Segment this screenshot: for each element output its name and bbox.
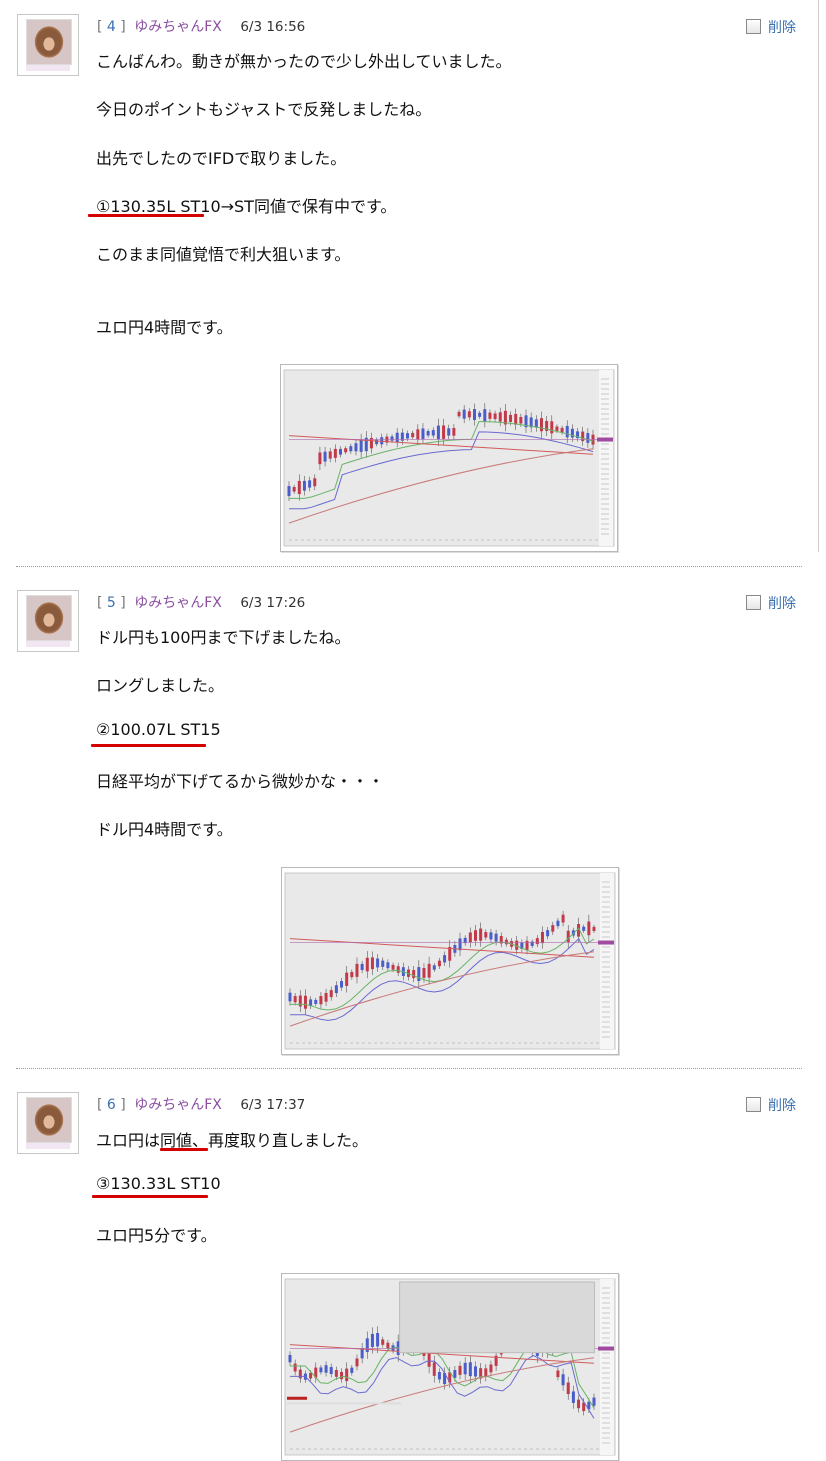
red-underline [88,214,204,217]
post-text-line: このまま同値覚悟で利大狙います。 [96,245,351,264]
checkbox-icon[interactable] [746,1097,761,1112]
post-text-line: 今日のポイントもジャストで反発しましたね。 [96,100,432,119]
delete-link[interactable]: 削除 [768,1098,796,1114]
chart-thumbnail[interactable] [281,1273,619,1461]
post-text-line: 日経平均が下げてるから微妙かな・・・ [96,772,385,791]
avatar-photo [26,595,72,641]
post-number[interactable]: 4 [107,19,116,35]
checkbox-icon[interactable] [746,19,761,34]
post-number[interactable]: 5 [107,595,116,611]
checkbox-icon[interactable] [746,595,761,610]
post-text-line: ユロ円は同値、再度取り直しました。 [96,1131,369,1150]
avatar-photo [26,19,72,65]
post-number[interactable]: 6 [107,1097,116,1113]
red-underline [160,1148,208,1151]
post-text-line: ロングしました。 [96,676,225,695]
avatar-photo [26,1097,72,1143]
red-underline [92,1195,208,1198]
avatar-icon[interactable] [17,590,79,652]
chart-graphic [284,872,616,1050]
chart-graphic [284,1278,616,1456]
post-text-line: こんばんわ。動きが無かったので少し外出していました。 [96,52,512,71]
delete-control: 削除 [746,16,796,37]
chart-graphic [283,369,615,547]
post-date: 6/3 17:37 [240,1097,306,1113]
delete-control: 削除 [746,1094,796,1115]
post-text-line: ユロ円4時間です。 [96,318,233,337]
avatar-icon[interactable] [17,1092,79,1154]
author-name[interactable]: ゆみちゃんFX [134,595,222,611]
author-name[interactable]: ゆみちゃんFX [134,1097,222,1113]
post-separator [16,1068,802,1069]
author-name[interactable]: ゆみちゃんFX [134,19,222,35]
post-header: [ 4 ] ゆみちゃんFX 6/3 16:56 [97,19,306,35]
post-date: 6/3 17:26 [240,595,306,611]
post-separator [16,566,802,567]
post-header: [ 5 ] ゆみちゃんFX 6/3 17:26 [97,595,306,611]
post-text-line: ②100.07L ST15 [96,720,221,739]
delete-link[interactable]: 削除 [768,596,796,612]
avatar-icon[interactable] [17,14,79,76]
post-text-line: ③130.33L ST10 [96,1174,221,1193]
post-text-line: 出先でしたのでIFDで取りました。 [96,149,347,168]
delete-control: 削除 [746,592,796,613]
post-text-line: ユロ円5分です。 [96,1226,217,1245]
post-text-line: ドル円も100円まで下げましたね。 [96,628,351,647]
red-underline [91,744,206,747]
post-date: 6/3 16:56 [240,19,306,35]
post-header: [ 6 ] ゆみちゃんFX 6/3 17:37 [97,1097,306,1113]
chart-thumbnail[interactable] [281,867,619,1055]
chart-thumbnail[interactable] [280,364,618,552]
right-border [818,0,819,552]
delete-link[interactable]: 削除 [768,20,796,36]
post-text-line: ドル円4時間です。 [96,820,233,839]
